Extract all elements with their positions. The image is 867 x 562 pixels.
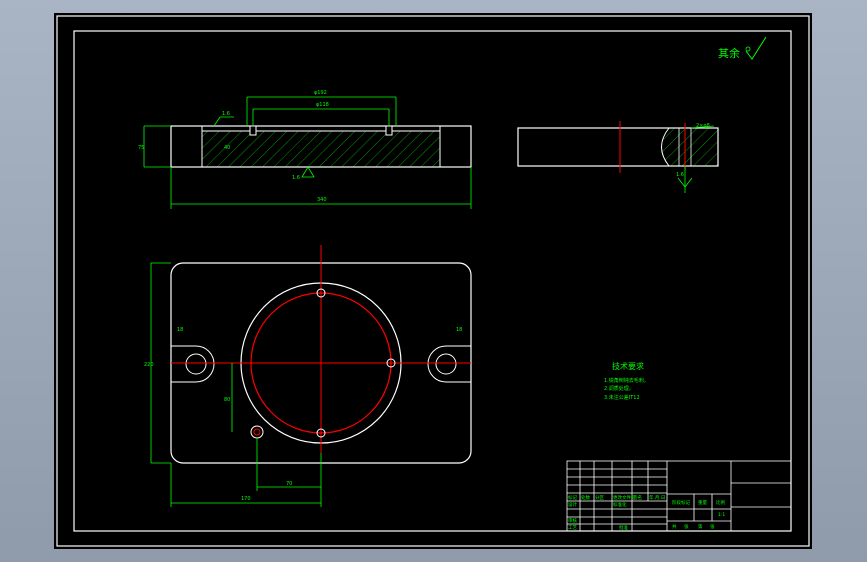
side-view: 2×φ8 1.6 (517, 121, 719, 193)
svg-text:共: 共 (672, 523, 677, 530)
roughness-bottom: 1.6 (292, 175, 300, 181)
svg-text:处数: 处数 (581, 494, 590, 501)
dim-slot-left: 18 (177, 327, 183, 333)
dim-overall-width: 340 (317, 197, 327, 203)
svg-text:1:1: 1:1 (718, 512, 725, 518)
roughness-top-icon (213, 116, 234, 127)
engineering-drawing: 其余 φ192 φ118 75 40 340 1.6 1.6 2×φ8 1.6 … (56, 15, 810, 547)
svg-text:标准化: 标准化 (613, 501, 627, 508)
tech-requirements: 技术要求 1.锐角倒钝去毛刺。 2.调质处理。 3.未注公差IT12 (604, 361, 649, 401)
svg-text:年.月.日: 年.月.日 (649, 494, 665, 501)
roughness-side: 1.6 (676, 172, 684, 178)
dim-left-inner: 40 (224, 145, 230, 151)
front-section-view: φ192 φ118 75 40 340 1.6 1.6 (138, 90, 472, 209)
svg-text:签名: 签名 (633, 494, 642, 501)
cad-viewport[interactable]: 其余 φ192 φ118 75 40 340 1.6 1.6 2×φ8 1.6 … (54, 13, 812, 549)
side-hatch-area (661, 127, 719, 167)
dim-top-inner: φ118 (316, 102, 329, 108)
roughness-bottom-icon (301, 166, 315, 178)
title-block-text: 标记 处数 分区 更改文件号 签名 年.月.日 设计 标准化 审核 工艺 批准 … (568, 494, 725, 531)
front-hatch-area (201, 130, 441, 168)
dim-left-height: 75 (138, 145, 144, 151)
dim-overall-height: 220 (144, 362, 154, 368)
right-slot (427, 345, 471, 383)
svg-text:分区: 分区 (595, 494, 604, 501)
roughness-top: 1.6 (222, 111, 230, 117)
tech-req-line-3: 3.未注公差IT12 (604, 394, 640, 401)
left-slot (171, 345, 215, 383)
dim-hole-offset-y: 80 (224, 397, 230, 403)
tech-requirements-title: 技术要求 (612, 361, 644, 371)
tech-req-line-2: 2.调质处理。 (604, 385, 634, 392)
locating-hole (250, 425, 264, 439)
roughness-note-text: 其余 (718, 46, 740, 60)
dim-half-width: 170 (241, 496, 251, 502)
svg-text:审核: 审核 (568, 517, 577, 524)
sheet-outer-border (56, 15, 810, 547)
svg-text:工艺: 工艺 (568, 525, 577, 531)
tech-req-line-1: 1.锐角倒钝去毛刺。 (604, 377, 649, 384)
sheet-inner-border (73, 30, 792, 532)
plan-view: 220 18 18 80 70 170 (144, 245, 472, 507)
svg-text:第: 第 (698, 523, 703, 530)
dim-slot-right: 18 (456, 327, 462, 333)
svg-text:重量: 重量 (698, 499, 707, 506)
svg-text:比例: 比例 (716, 499, 725, 506)
svg-text:张: 张 (710, 523, 715, 530)
roughness-note: 其余 (718, 36, 767, 60)
svg-text:设计: 设计 (568, 501, 577, 508)
svg-text:批准: 批准 (619, 524, 628, 531)
svg-text:张: 张 (684, 523, 689, 530)
roughness-symbol-icon (745, 36, 767, 60)
dim-side-hole: 2×φ8 (696, 123, 710, 129)
svg-text:阶段标记: 阶段标记 (672, 499, 690, 506)
svg-text:标记: 标记 (568, 494, 577, 501)
dim-hole-offset-x: 70 (286, 481, 292, 487)
dim-top-outer: φ192 (314, 90, 327, 96)
